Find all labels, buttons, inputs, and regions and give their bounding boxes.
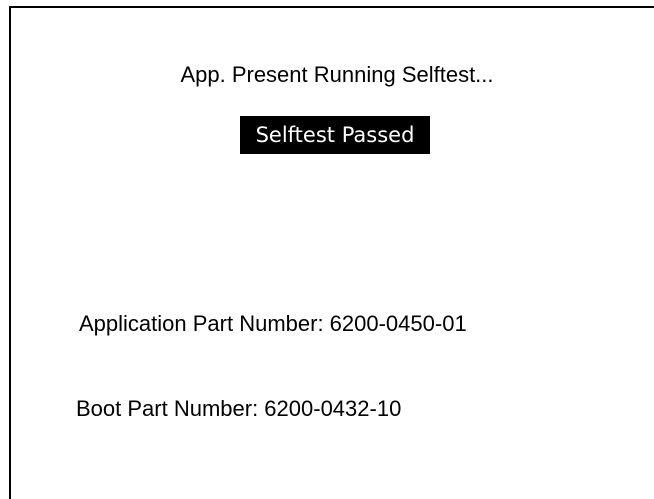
application-part-number: Application Part Number: 6200-0450-01: [79, 311, 467, 336]
screen-border-top: [10, 6, 654, 8]
boot-part-number: Boot Part Number: 6200-0432-10: [76, 396, 402, 421]
selftest-result-badge: Selftest Passed: [240, 116, 430, 154]
selftest-status-message: App. Present Running Selftest...: [180, 62, 494, 87]
selftest-screen: App. Present Running Selftest... Selftes…: [0, 0, 654, 499]
